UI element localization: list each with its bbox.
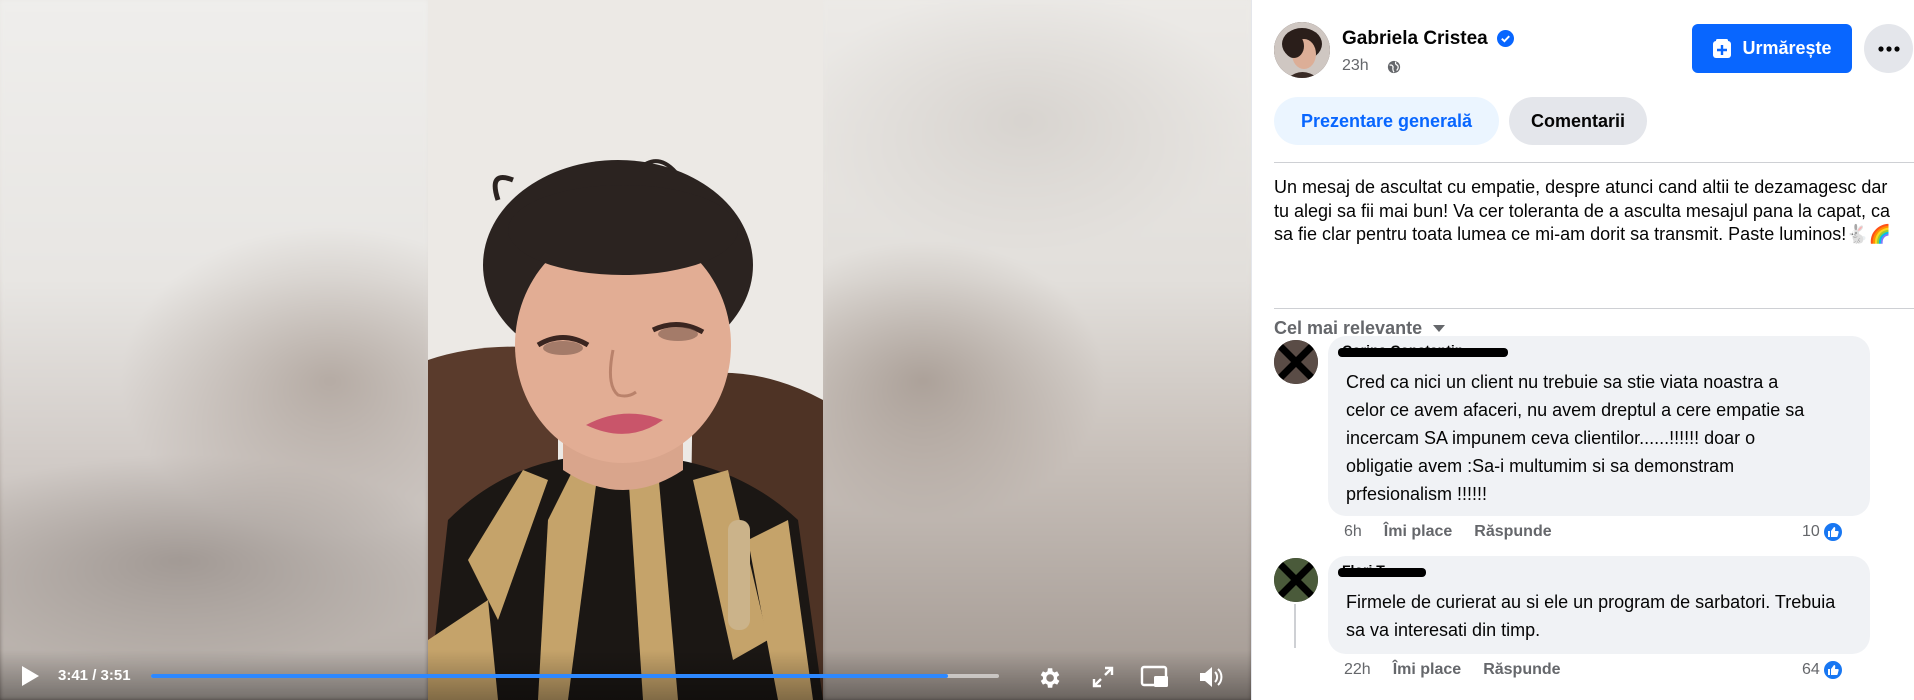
expand-icon	[1092, 666, 1114, 688]
divider	[1274, 308, 1914, 309]
video-blur-background-right	[823, 0, 1251, 700]
comment-actions: 22h Îmi place Răspunde	[1344, 661, 1561, 679]
volume-icon	[1200, 667, 1223, 687]
video-controls-bar: 3:41 / 3:51	[0, 650, 1251, 700]
reply-action[interactable]: Răspunde	[1474, 523, 1551, 541]
commenter-avatar[interactable]	[1274, 340, 1318, 384]
comment-text: Firmele de curierat au si ele un program…	[1346, 592, 1836, 640]
post-timestamp[interactable]: 23h	[1342, 57, 1369, 75]
tab-overview[interactable]: Prezentare generală	[1274, 97, 1499, 145]
comment-text: Cred ca nici un client nu trebuie sa sti…	[1346, 372, 1805, 504]
thumbs-up-icon	[1821, 521, 1844, 543]
settings-button[interactable]	[1035, 664, 1063, 692]
volume-button[interactable]	[1197, 664, 1225, 690]
more-options-button[interactable]	[1864, 24, 1913, 73]
name-redaction-mark	[1338, 348, 1508, 357]
comment-bubble: Corina Constantin Cred ca nici un client…	[1328, 336, 1870, 516]
video-time-readout: 3:41 / 3:51	[58, 667, 131, 684]
like-action[interactable]: Îmi place	[1384, 523, 1452, 541]
commenter-avatar-image	[1274, 340, 1318, 384]
comment-actions: 6h Îmi place Răspunde	[1344, 523, 1552, 541]
picture-in-picture-button[interactable]	[1140, 664, 1170, 690]
divider	[1274, 162, 1914, 163]
ellipsis-icon	[1877, 45, 1900, 52]
video-blur-background-left	[0, 0, 428, 700]
thumbs-up-icon	[1821, 659, 1844, 681]
commenter-avatar-image	[1274, 558, 1318, 602]
reaction-count: 10	[1802, 523, 1820, 540]
follow-plus-icon	[1713, 38, 1732, 58]
verified-badge-icon	[1497, 30, 1514, 47]
post-caption: Un mesaj de ascultat cu empatie, despre …	[1274, 177, 1892, 244]
comment-reactions[interactable]: 64	[1802, 659, 1844, 681]
follow-button-label: Urmărește	[1742, 38, 1832, 58]
follow-button[interactable]: Urmărește	[1692, 24, 1852, 73]
globe-icon	[1387, 60, 1401, 74]
like-action[interactable]: Îmi place	[1393, 661, 1461, 679]
comment-bubble: Flori T Firmele de curierat au si ele un…	[1328, 556, 1870, 654]
play-icon	[22, 666, 39, 686]
chevron-down-icon	[1433, 325, 1446, 332]
reply-thread-line	[1294, 604, 1296, 648]
gear-icon	[1040, 668, 1060, 688]
post-side-panel: Gabriela Cristea 23h Urmărește Prezentar…	[1251, 0, 1914, 700]
play-button[interactable]	[18, 664, 42, 688]
comment-reactions[interactable]: 10	[1802, 521, 1844, 543]
reply-action[interactable]: Răspunde	[1483, 661, 1560, 679]
author-name[interactable]: Gabriela Cristea	[1342, 28, 1488, 50]
video-frame[interactable]	[428, 0, 823, 700]
name-redaction-mark	[1338, 568, 1426, 577]
video-player[interactable]: 3:41 / 3:51	[0, 0, 1251, 700]
comment-time[interactable]: 22h	[1344, 661, 1371, 679]
video-progress-bar[interactable]	[151, 674, 999, 678]
author-avatar[interactable]	[1274, 22, 1330, 78]
reaction-count: 64	[1802, 661, 1820, 678]
author-avatar-image	[1274, 22, 1330, 78]
fullscreen-button[interactable]	[1090, 664, 1116, 690]
video-still-image	[428, 0, 823, 700]
tab-comments[interactable]: Comentarii	[1509, 97, 1647, 145]
pip-icon	[1140, 665, 1168, 687]
commenter-avatar[interactable]	[1274, 558, 1318, 602]
comment-time[interactable]: 6h	[1344, 523, 1362, 541]
video-progress-fill	[151, 674, 949, 678]
